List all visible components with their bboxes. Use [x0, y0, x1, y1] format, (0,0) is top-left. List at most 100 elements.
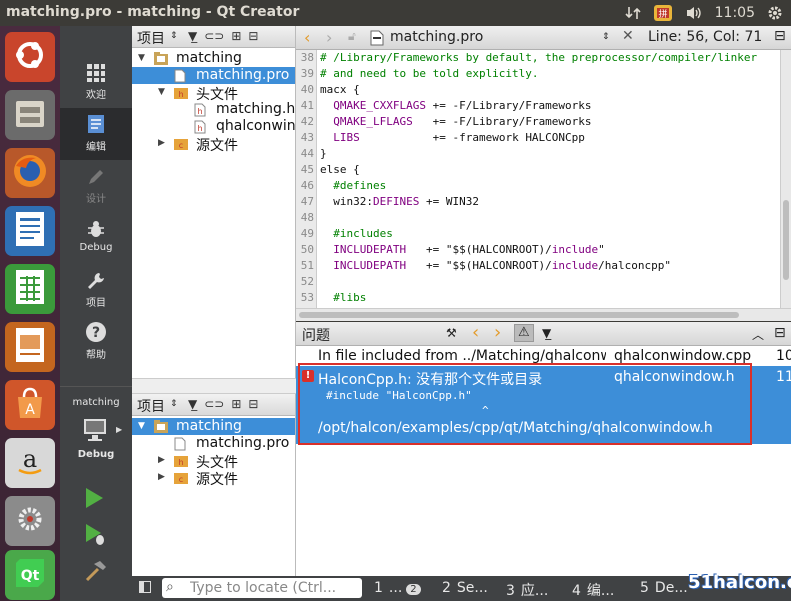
input-method-icon[interactable]: 拼 [653, 4, 673, 22]
kit-selector[interactable]: matching ▶ Debug [60, 386, 132, 600]
mode-welcome[interactable]: 欢迎 [60, 56, 132, 108]
lock-icon: 🔓︎ [348, 29, 356, 43]
mode-debug[interactable]: Debug [60, 212, 132, 264]
tree-item[interactable]: ▼ matching [132, 418, 295, 435]
tree-item[interactable]: ▶ c 源文件 [132, 469, 295, 488]
cursor-position[interactable]: Line: 56, Col: 71 [648, 29, 762, 45]
shopping-bag-icon: A [13, 385, 47, 425]
output-pane-tab[interactable]: 5 De... [640, 580, 688, 596]
output-pane-tab[interactable]: 4 编... [572, 580, 614, 600]
forward-arrow-icon[interactable]: › [326, 28, 332, 47]
output-pane-tab[interactable]: 2 Se... [442, 580, 488, 596]
output-pane-tab[interactable]: 1... 2 [374, 580, 421, 596]
system-settings-launcher[interactable] [5, 496, 55, 546]
scrollbar-thumb[interactable] [783, 200, 789, 280]
hfolder-icon: h [174, 86, 188, 99]
link-icon[interactable]: ⊂⊃ [204, 29, 224, 43]
mode-label: 设计 [86, 194, 106, 205]
tree-item[interactable]: h matching.h [132, 101, 295, 118]
file-dropdown-icon[interactable]: ⇕ [602, 32, 610, 42]
warning-filter-button[interactable]: ⚠ [514, 324, 534, 342]
debug-run-button[interactable] [84, 523, 108, 551]
ubuntu-dash-button[interactable] [5, 32, 55, 82]
dropdown-arrow-icon[interactable]: ⇕ [170, 31, 178, 41]
mode-design[interactable]: 设计 [60, 160, 132, 212]
file-icon [174, 437, 188, 451]
files-launcher[interactable] [5, 90, 55, 140]
line-number: 47 [300, 195, 314, 208]
link-icon[interactable]: ⊂⊃ [204, 397, 224, 411]
code-token: include [551, 243, 599, 256]
project-pane-header: 项目 ⇕ ▼̲ ⊂⊃ ⊞ ⊟ [132, 394, 295, 416]
expand-arrow-icon[interactable]: ▼ [138, 53, 145, 63]
amazon-launcher[interactable]: a [5, 438, 55, 488]
warning-icon: ⚠ [518, 325, 530, 340]
close-file-icon[interactable]: ✕ [622, 28, 634, 44]
close-panel-icon[interactable]: ⊟ [774, 325, 786, 341]
maximize-panel-icon[interactable]: ︿ [752, 326, 764, 343]
build-button[interactable] [84, 559, 108, 587]
collapse-arrow-icon[interactable]: ▶ [158, 455, 165, 465]
project-tree-pane: 项目 ⇕ ▼̲ ⊂⊃ ⊞ ⊟ ▼ matching matching.pro ▼ h 头文… [132, 26, 304, 378]
next-issue-icon[interactable]: › [494, 322, 501, 343]
clock[interactable]: 11:05 [715, 5, 755, 21]
clean-icon[interactable]: ⚒ [446, 326, 457, 340]
svg-text:h: h [197, 107, 202, 116]
svg-text:c: c [179, 141, 183, 150]
code-token: win32: [320, 195, 373, 208]
expand-arrow-icon[interactable]: ▼ [138, 421, 145, 431]
document-icon [13, 210, 47, 252]
editor-filename[interactable]: matching.pro [390, 29, 483, 45]
impress-launcher[interactable] [5, 322, 55, 372]
pane-title: 项目 [137, 399, 165, 415]
code-token: QMAKE_LFLAGS [333, 115, 413, 128]
prev-issue-icon[interactable]: ‹ [472, 322, 479, 343]
issue-line: 11 [776, 369, 791, 385]
tree-item[interactable]: ▼ h 头文件 [132, 84, 295, 103]
mode-help[interactable]: ? 帮助 [60, 316, 132, 368]
collapse-arrow-icon[interactable]: ▶ [158, 472, 165, 482]
run-button[interactable] [84, 487, 104, 513]
writer-launcher[interactable] [5, 206, 55, 256]
dropdown-arrow-icon[interactable]: ⇕ [170, 399, 178, 409]
settings-gear-icon[interactable] [767, 5, 783, 21]
output-pane-tab[interactable]: 3 应... [506, 580, 548, 600]
tree-item[interactable]: matching.pro [132, 435, 295, 452]
tree-item[interactable]: ▶ c 源文件 [132, 135, 295, 154]
tree-item[interactable]: h qhalconwind [132, 118, 304, 135]
mode-selector: 欢迎 编辑 设计 Debug 项目 ? 帮助 matching ▶ Debug [60, 26, 132, 601]
toggle-sidebar-icon[interactable] [139, 581, 151, 593]
tree-item[interactable]: ▼ matching [132, 50, 295, 67]
vertical-scrollbar[interactable] [780, 50, 791, 308]
pane-splitter[interactable] [132, 378, 296, 394]
horizontal-scrollbar[interactable] [296, 308, 791, 321]
network-icon[interactable] [625, 5, 641, 21]
locator-input[interactable]: ⌕ Type to locate (Ctrl... [162, 578, 362, 598]
tree-item[interactable]: matching.pro [132, 67, 295, 84]
tab-label: De... [654, 580, 688, 596]
close-pane-icon[interactable]: ⊟ [248, 29, 258, 43]
calc-launcher[interactable] [5, 264, 55, 314]
mode-projects[interactable]: 项目 [60, 264, 132, 316]
code-editor[interactable]: 38 39 40 41 42 43 44 45 46 47 48 49 50 51 52 53 # /Libr… [296, 50, 791, 308]
expand-arrow-icon[interactable]: ▼ [158, 87, 165, 97]
tree-item[interactable]: ▶ h 头文件 [132, 452, 295, 471]
filter-icon[interactable]: ▼̲ [542, 326, 551, 340]
close-pane-icon[interactable]: ⊟ [248, 397, 258, 411]
split-icon[interactable]: ⊞ [231, 29, 241, 43]
volume-icon[interactable] [685, 5, 703, 21]
cfolder-icon: c [174, 471, 188, 484]
mode-edit[interactable]: 编辑 [60, 108, 132, 160]
software-center-launcher[interactable]: A [5, 380, 55, 430]
qt-creator-launcher[interactable]: Qt [5, 550, 55, 600]
filter-icon[interactable]: ▼̲ [188, 397, 197, 411]
back-arrow-icon[interactable]: ‹ [304, 28, 310, 47]
split-icon[interactable]: ⊞ [231, 397, 241, 411]
scrollbar-thumb[interactable] [299, 312, 739, 318]
line-number: 38 [300, 51, 314, 64]
split-editor-icon[interactable]: ⊟ [774, 28, 786, 44]
filter-icon[interactable]: ▼̲ [188, 29, 197, 43]
collapse-arrow-icon[interactable]: ▶ [158, 138, 165, 148]
firefox-launcher[interactable] [5, 148, 55, 198]
